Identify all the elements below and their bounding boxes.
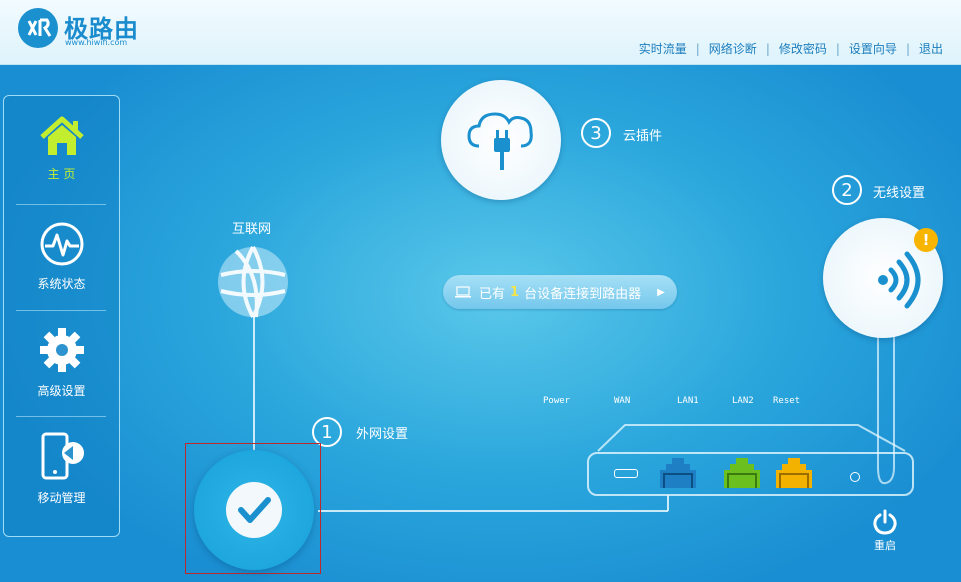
nav-realtime-traffic[interactable]: 实时流量: [639, 40, 687, 57]
devices-text-prefix: 已有: [479, 286, 506, 302]
top-nav: 实时流量 | 网络诊断 | 修改密码 | 设置向导 | 退出: [639, 40, 943, 57]
port-label-power: Power: [543, 396, 571, 406]
warning-icon: !: [914, 228, 938, 252]
cloud-plugin-button[interactable]: [441, 80, 561, 200]
connected-devices-button[interactable]: 已有 1 台设备连接到路由器 ▶: [443, 275, 677, 309]
internet-label: 互联网: [232, 222, 272, 237]
reboot-label: 重启: [874, 539, 896, 552]
wireless-settings-label: 无线设置: [873, 186, 926, 201]
nav-separator: |: [695, 41, 700, 56]
logo-icon: [18, 8, 58, 48]
nav-change-password[interactable]: 修改密码: [779, 40, 827, 57]
reset-hole: [850, 472, 860, 482]
cloud-plugin-label: 云插件: [623, 129, 663, 144]
port-label-wan: WAN: [614, 396, 631, 406]
power-icon: [873, 509, 897, 535]
devices-count: 1: [510, 284, 520, 300]
header: 极路由 www.hiwifi.com 实时流量 | 网络诊断 | 修改密码 | …: [0, 0, 961, 65]
reboot-button[interactable]: 重启: [868, 509, 902, 555]
nav-setup-wizard[interactable]: 设置向导: [849, 40, 897, 57]
nav-separator: |: [905, 41, 910, 56]
play-arrow-icon: ▶: [657, 286, 665, 298]
lan1-port-icon: [724, 458, 760, 488]
nav-network-diagnosis[interactable]: 网络诊断: [709, 40, 757, 57]
main-stage: 主 页 系统状态 高级设置 移动管理 3 云插件 互联网 已有 1 台设备连接到…: [0, 65, 961, 582]
step-number-3: 3: [581, 118, 611, 148]
cloud-plug-icon: [467, 112, 533, 170]
lan2-port-icon: [776, 458, 812, 488]
power-port: [614, 469, 638, 478]
wan-settings-label: 外网设置: [356, 427, 409, 442]
devices-text-suffix: 台设备连接到路由器: [524, 286, 642, 302]
port-label-lan1: LAN1: [677, 396, 699, 406]
port-label-reset: Reset: [773, 396, 801, 406]
nav-logout[interactable]: 退出: [919, 40, 943, 57]
globe-icon: [216, 245, 290, 319]
wan-port-icon: [660, 458, 696, 488]
checkmark-icon: [226, 482, 282, 538]
wan-settings-button[interactable]: [194, 450, 314, 570]
logo-url: www.hiwifi.com: [65, 38, 128, 47]
nav-separator: |: [765, 41, 770, 56]
nav-separator: |: [835, 41, 840, 56]
port-label-lan2: LAN2: [732, 396, 754, 406]
step-number-2: 2: [832, 175, 862, 205]
laptop-icon: [455, 286, 471, 298]
